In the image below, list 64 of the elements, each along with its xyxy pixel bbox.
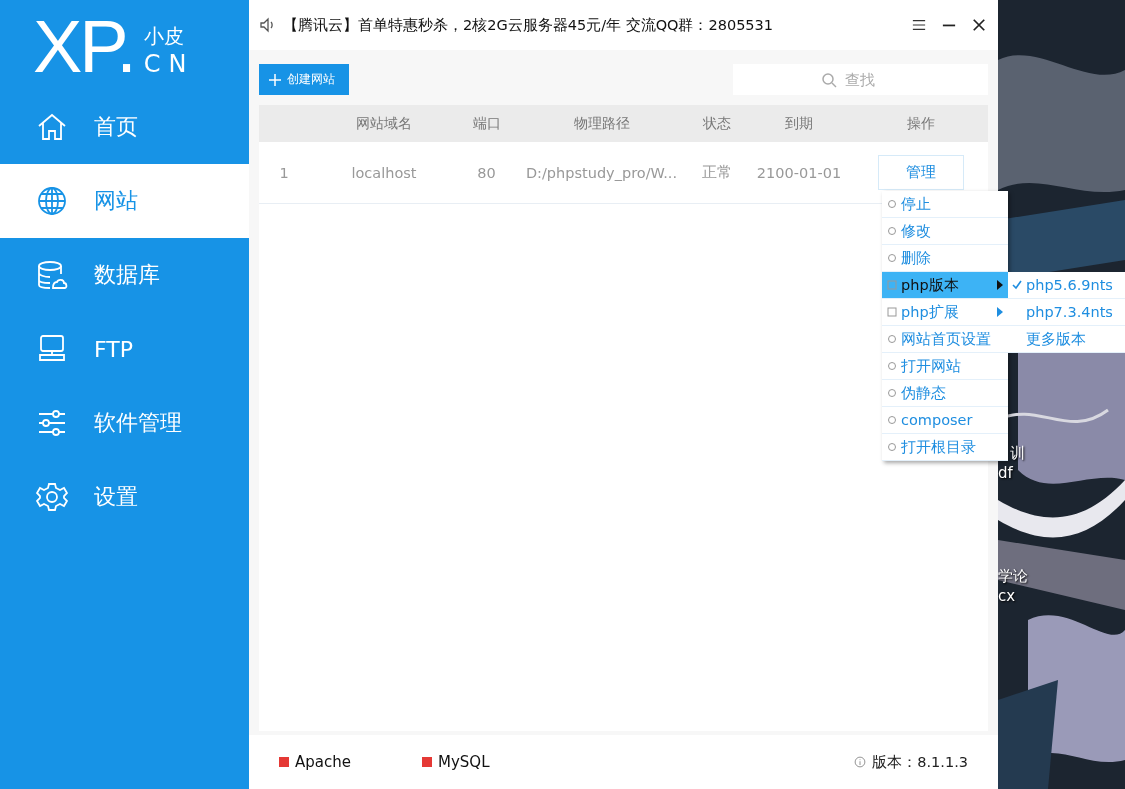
sliders-icon: [36, 407, 68, 439]
table-cell-text: D:/phpstudy_pro/W...: [524, 164, 679, 181]
version-text: 版本：8.1.1.3: [872, 752, 968, 772]
table-cell-text: 2100-01-01: [755, 164, 843, 181]
column-header: 到期: [784, 114, 814, 133]
menu-item[interactable]: 伪静态: [882, 380, 1008, 407]
sidebar-item[interactable]: 软件管理: [0, 386, 249, 460]
desktop-icon-label: cx: [998, 586, 1016, 606]
column-header: 网站域名: [355, 114, 413, 133]
menu-item[interactable]: php7.3.4nts: [1008, 299, 1125, 326]
menu-item[interactable]: 修改: [882, 218, 1008, 245]
menu-item-icon: [887, 361, 897, 371]
table-cell-text: localhost: [350, 164, 418, 181]
table-cell-text: 1: [278, 164, 290, 181]
check-icon: [1012, 280, 1022, 290]
menu-item[interactable]: 打开根目录: [882, 434, 1008, 461]
menu-item-icon: [887, 280, 897, 290]
home-icon: [36, 111, 68, 143]
sidebar-item[interactable]: 网站: [0, 164, 249, 238]
table-cell-text: 正常: [700, 163, 733, 182]
service-name: MySQL: [438, 753, 490, 771]
menu-item-icon: [887, 307, 897, 317]
menu-item-icon: [887, 442, 897, 452]
menu-icon[interactable]: [912, 18, 926, 32]
info-icon: [854, 756, 867, 768]
menu-item-icon: [887, 415, 897, 425]
search-field[interactable]: 查找: [733, 64, 988, 95]
menu-item-icon: [887, 226, 897, 236]
menu-item[interactable]: php5.6.9nts: [1008, 272, 1125, 299]
desktop-icon-label: df: [998, 463, 1013, 483]
column-header: 端口: [471, 114, 502, 133]
menu-item-icon: [887, 253, 897, 263]
logo-mark: XP.: [33, 12, 134, 82]
sidebar-item[interactable]: 数据库: [0, 238, 249, 312]
sidebar-item[interactable]: 首页: [0, 90, 249, 164]
sidebar-item[interactable]: 设置: [0, 460, 249, 534]
menu-item[interactable]: 更多版本: [1008, 326, 1125, 353]
service-name: Apache: [295, 753, 351, 771]
menu-item-icon: [887, 388, 897, 398]
column-header: 状态: [701, 114, 732, 133]
menu-item[interactable]: 打开网站: [882, 353, 1008, 380]
gear-icon: [36, 481, 68, 513]
globe-icon: [36, 185, 68, 217]
logo-subtitle: CN: [143, 50, 195, 78]
notice-text: 【腾讯云】首单特惠秒杀，2核2G云服务器45元/年 交流QQ群：2805531: [283, 15, 775, 35]
menu-item-icon: [887, 199, 897, 209]
sidebar-item[interactable]: FTP: [0, 312, 249, 386]
create-site-button[interactable]: 创建网站: [259, 64, 349, 95]
table-cell-text: 80: [476, 164, 497, 181]
logo-subtitle: 小皮: [143, 23, 185, 50]
menu-item[interactable]: php版本: [882, 272, 1008, 299]
column-header: 物理路径: [572, 114, 631, 133]
manage-button[interactable]: 管理: [878, 155, 964, 190]
close-icon[interactable]: [972, 18, 986, 32]
search-icon: [821, 72, 837, 88]
menu-item[interactable]: 停止: [882, 191, 1008, 218]
plus-icon: [269, 73, 281, 86]
desktop-icon-label: 训: [1010, 443, 1025, 463]
menu-item[interactable]: composer: [882, 407, 1008, 434]
speaker-icon: [259, 17, 275, 33]
database-icon: [36, 259, 68, 291]
desktop-icon-label: 学论: [998, 566, 1028, 586]
column-header: 操作: [906, 114, 936, 133]
menu-item-icon: [887, 334, 897, 344]
